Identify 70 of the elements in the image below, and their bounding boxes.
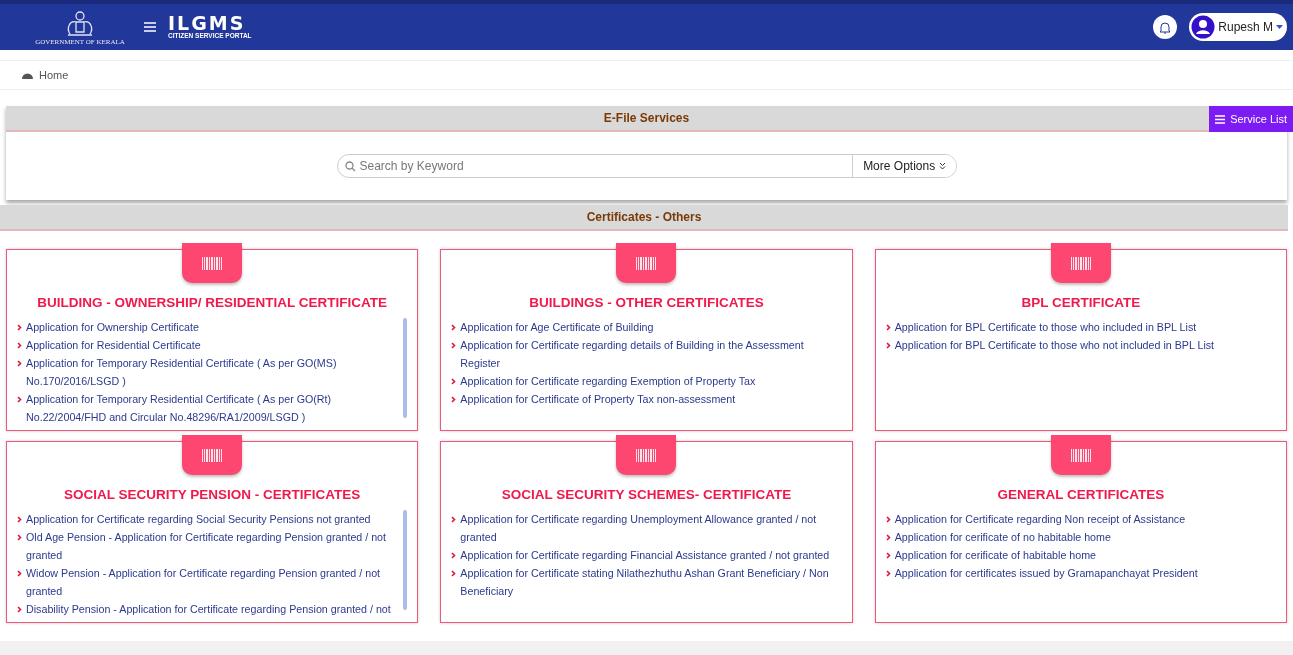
service-list-button[interactable]: Service List	[1209, 106, 1293, 132]
service-link[interactable]: Application for Age Certificate of Building	[451, 318, 842, 336]
section-title: Certificates - Others	[586, 210, 702, 224]
chevron-icon	[885, 516, 891, 523]
menu-icon[interactable]	[144, 22, 156, 32]
service-link[interactable]: Application for Certificate stating Nilathezhuthu Ashan Grant Beneficiary / Non Beneficiary	[451, 564, 842, 600]
service-link[interactable]: Old Age Pension - Application for Certificate regarding Pension granted / not granted	[17, 528, 400, 564]
chevron-icon	[17, 396, 22, 403]
chevron-icon	[451, 342, 457, 349]
service-link[interactable]: Application for Certificate regarding Social Security Pensions not granted	[17, 510, 400, 528]
card-title: BUILDINGS - OTHER CERTIFICATES	[529, 295, 764, 310]
service-link[interactable]: Application for Certificate of Property Tax non-assessment	[451, 390, 842, 408]
user-menu-button[interactable]: Rupesh M	[1189, 13, 1287, 41]
avatar-icon	[1191, 15, 1216, 39]
card-title: BUILDING - OWNERSHIP/ RESIDENTIAL CERTIFICATE	[37, 295, 388, 310]
service-link[interactable]: Application for Certificate regarding details of Building in the Assessment Register	[451, 336, 842, 372]
chevron-icon	[17, 606, 22, 613]
barcode-icon	[1070, 256, 1091, 270]
chevron-icon	[17, 324, 22, 331]
caret-icon	[1276, 24, 1283, 30]
chevron-icon	[885, 324, 891, 331]
chevron-icon	[17, 516, 22, 523]
service-link[interactable]: Widow Pension - Application for Certificate regarding Pension granted / not granted	[17, 564, 400, 600]
barcode-icon	[1070, 448, 1091, 462]
search-icon	[344, 160, 356, 172]
service-link[interactable]: Application for Residential Certificate	[17, 336, 400, 354]
chevron-icon	[17, 570, 22, 577]
double-chevron-icon	[938, 162, 946, 170]
list-icon	[1215, 114, 1226, 124]
breadcrumb-link[interactable]: Home	[39, 69, 69, 81]
service-link[interactable]: Application for certificates issued by Gramapanchayat President	[885, 564, 1276, 582]
barcode-icon	[636, 448, 657, 462]
service-link[interactable]: Application for Certificate regarding Non receipt of Assistance	[885, 510, 1276, 528]
barcode-icon	[202, 448, 223, 462]
chevron-icon	[17, 534, 22, 541]
service-link[interactable]: Application for BPL Certificate to those who not included in BPL List	[885, 336, 1276, 354]
card-title: BPL CERTIFICATE	[1021, 295, 1141, 310]
chevron-icon	[451, 324, 457, 331]
chevron-icon	[17, 360, 22, 367]
chevron-icon	[885, 342, 891, 349]
service-link[interactable]: Application for Certificate regarding Exemption of Property Tax	[451, 372, 842, 390]
chevron-icon	[451, 570, 457, 577]
scrollbar[interactable]	[403, 318, 408, 418]
barcode-icon	[202, 256, 223, 270]
barcode-icon	[636, 256, 657, 270]
service-link[interactable]: Application for cerificate of no habitable home	[885, 528, 1276, 546]
service-link[interactable]: Disability Pension - Application for Certificate regarding Pension granted / not	[17, 600, 400, 618]
service-link[interactable]: Application for Temporary Residential Certificate ( As per GO(Rt) No.22/2004/FHD and Circular No.48296/RA1/2009/LSGD )	[17, 390, 400, 426]
logo-text: ILGMS	[168, 14, 246, 34]
chevron-icon	[17, 342, 22, 349]
service-link[interactable]: Application for Ownership Certificate	[17, 318, 400, 336]
service-link[interactable]: Application for BPL Certificate to those who included in BPL List	[885, 318, 1276, 336]
chevron-icon	[451, 552, 457, 559]
service-link[interactable]: Application for Certificate regarding Financial Assistance granted / not granted	[451, 546, 842, 564]
chevron-icon	[885, 534, 891, 541]
chevron-icon	[451, 378, 457, 385]
chevron-icon	[885, 552, 891, 559]
service-link[interactable]: Application for Certificate regarding Unemployment Allowance granted / not granted	[451, 510, 842, 546]
service-link[interactable]: Application for cerificate of habitable home	[885, 546, 1276, 564]
card-title: SOCIAL SECURITY SCHEMES- CERTIFICATE	[501, 487, 792, 502]
scrollbar[interactable]	[403, 510, 408, 610]
card-title: SOCIAL SECURITY PENSION - CERTIFICATES	[64, 487, 361, 502]
chevron-icon	[451, 396, 457, 403]
chevron-icon	[885, 570, 891, 577]
panel-title: E-File Services	[603, 111, 690, 125]
service-link[interactable]: Application for Temporary Residential Certificate ( As per GO(MS) No.170/2016/LSGD )	[17, 354, 400, 390]
more-options-button[interactable]: More Options	[852, 155, 956, 177]
notification-bell-icon[interactable]	[1153, 15, 1178, 39]
chevron-icon	[451, 516, 457, 523]
card-title: GENERAL CERTIFICATES	[997, 487, 1165, 502]
